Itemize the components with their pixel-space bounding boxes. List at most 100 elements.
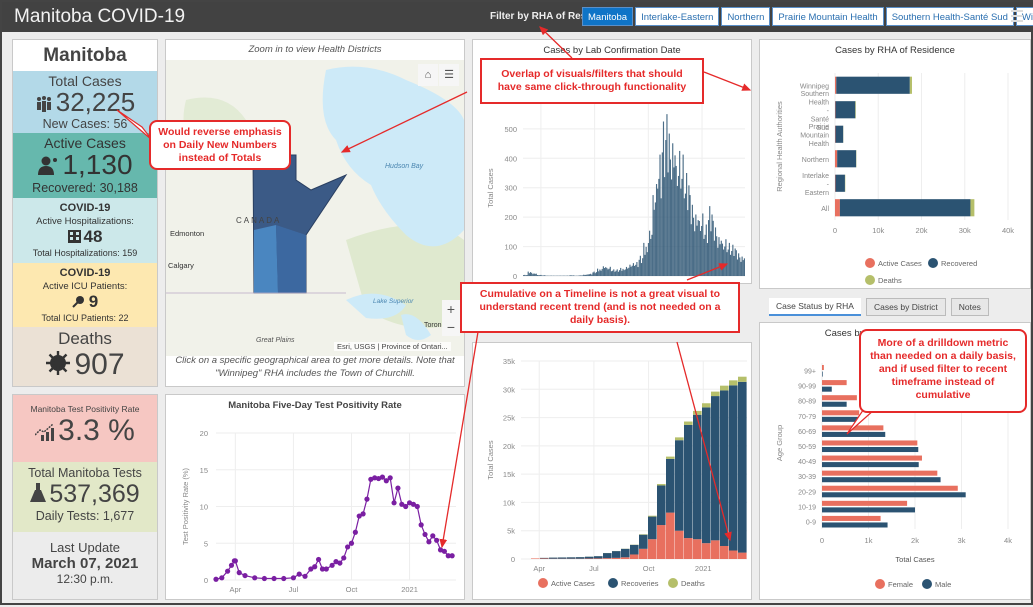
daily-case-bar [685, 194, 686, 276]
rha-chart[interactable]: 010k20k30k40kRegional Health Authorities… [760, 40, 1032, 290]
daily-case-bar [711, 214, 712, 276]
filter-interlake-eastern[interactable]: Interlake-Eastern [635, 7, 719, 26]
rha-panel: Cases by RHA of Residence 010k20k30k40kR… [759, 39, 1031, 289]
legend-button[interactable]: ☰ [439, 64, 459, 86]
positivity-point [337, 560, 342, 565]
rha-bar-recovered [835, 101, 855, 118]
category-label: Eastern [805, 190, 829, 197]
x-tick-label: 40k [1002, 226, 1014, 235]
age-bar-female [822, 440, 917, 445]
recovery-bar [657, 485, 666, 525]
icu-label: Active ICU Patients: [13, 281, 157, 292]
y-tick-label: 5k [507, 527, 515, 536]
daily-case-bar [743, 260, 744, 276]
active-cases-value: 1,130 [62, 149, 132, 180]
daily-case-bar [631, 267, 632, 276]
filter-northern[interactable]: Northern [721, 7, 770, 26]
manitoba-southern-region[interactable] [276, 225, 306, 293]
age-bar-female [822, 395, 857, 400]
category-label: Mountain [800, 132, 829, 139]
positivity-point [364, 497, 369, 502]
category-label: Santé [811, 116, 829, 123]
positivity-chart[interactable]: 05101520AprJulOct2021Test Positivity Rat… [166, 395, 466, 601]
map-canvas[interactable]: Hudson Bay CANADA Edmonton Calgary Lake … [166, 60, 464, 356]
manitoba-prairie-region[interactable] [254, 225, 278, 293]
positivity-point [229, 563, 234, 568]
filter-manitoba[interactable]: Manitoba [582, 7, 633, 26]
hospitalizations-card[interactable]: COVID-19 Active Hospitalizations: 48 Tot… [13, 198, 157, 263]
tab-case-status-by-rha[interactable]: Case Status by RHA [769, 298, 861, 316]
death-bar [693, 411, 702, 415]
recovery-bar [594, 556, 603, 558]
y-tick-label: 20k [503, 442, 515, 451]
active-bar [621, 557, 630, 559]
legend-label: Active Cases [551, 579, 595, 588]
tab-cases-by-district[interactable]: Cases by District [866, 298, 946, 316]
age-bar-female [822, 471, 937, 476]
hamburger-menu-icon[interactable] [1011, 10, 1023, 22]
daily-case-bar [658, 179, 659, 276]
age-bar-female [822, 486, 958, 491]
daily-case-bar [625, 269, 626, 276]
rha-bar-recovered [835, 175, 845, 192]
daily-case-bar [715, 227, 716, 276]
daily-case-bar [681, 179, 682, 276]
label-toronto: Toron [424, 322, 442, 329]
rha-bar-active-cases [835, 150, 837, 167]
ventilator-icon [72, 293, 86, 313]
hospital-icon [68, 228, 81, 248]
tests-label: Total Manitoba Tests [13, 462, 157, 480]
x-tick-label: 2021 [401, 585, 418, 594]
daily-case-bar [616, 271, 617, 276]
daily-case-bar [540, 275, 541, 276]
daily-case-bar [539, 275, 540, 276]
tab-notes[interactable]: Notes [951, 298, 989, 316]
y-tick-label: 200 [504, 213, 517, 222]
x-tick-label: 3k [958, 536, 966, 545]
cumulative-chart[interactable]: 05k10k15k20k25k30k35kAprJulOct2021Total … [473, 343, 753, 601]
recovery-bar [630, 545, 639, 555]
daily-case-bar [634, 266, 635, 276]
label-calgary: Calgary [168, 261, 194, 270]
hosp-value: 48 [84, 227, 103, 246]
daily-case-bar [542, 275, 543, 276]
legend-swatch [608, 578, 618, 588]
positivity-point [349, 541, 354, 546]
positivity-point [345, 544, 350, 549]
daily-case-bar [733, 256, 734, 276]
map-attribution[interactable]: Esri, USGS | Province of Ontari... [334, 342, 451, 351]
legend-label: Deaths [681, 579, 705, 588]
daily-case-bar [617, 269, 618, 276]
hosp-header: COVID-19 [13, 198, 157, 214]
positivity-point [225, 569, 230, 574]
total-cases-card: Total Cases 32,225 New Cases: 56 [13, 71, 157, 133]
active-bar [648, 539, 657, 559]
daily-case-bar [641, 263, 642, 276]
icu-card[interactable]: COVID-19 Active ICU Patients: 9 Total IC… [13, 263, 157, 327]
zoom-in-button[interactable]: + [442, 300, 460, 318]
daily-case-bar [698, 220, 699, 276]
x-tick-label: Oct [346, 585, 359, 594]
filter-southern-health[interactable]: Southern Health-Santé Sud [886, 7, 1014, 26]
daily-case-bar [614, 272, 615, 276]
x-tick-label: 2021 [695, 564, 712, 573]
zoom-out-button[interactable]: − [442, 318, 460, 336]
caption-line-1: Click on a specific geographical area to… [175, 355, 454, 366]
age-category-label: 80-89 [798, 399, 816, 406]
icu-total: Total ICU Patients: 22 [13, 313, 157, 323]
age-category-label: 90-99 [798, 384, 816, 391]
x-tick-label: 10k [872, 226, 884, 235]
age-bar-male [822, 417, 858, 422]
active-bar [639, 549, 648, 559]
positivity-point [403, 504, 408, 509]
y-tick-label: 15k [503, 470, 515, 479]
daily-case-bar [670, 159, 671, 276]
filter-prairie-mountain[interactable]: Prairie Mountain Health [772, 7, 883, 26]
daily-case-bar [717, 248, 718, 276]
rha-bar-recovered [837, 150, 856, 167]
daily-case-bar [693, 218, 694, 276]
recovery-bar [702, 407, 711, 543]
home-button[interactable]: ⌂ [418, 64, 438, 86]
daily-case-bar [590, 274, 591, 276]
daily-case-bar [654, 210, 655, 276]
